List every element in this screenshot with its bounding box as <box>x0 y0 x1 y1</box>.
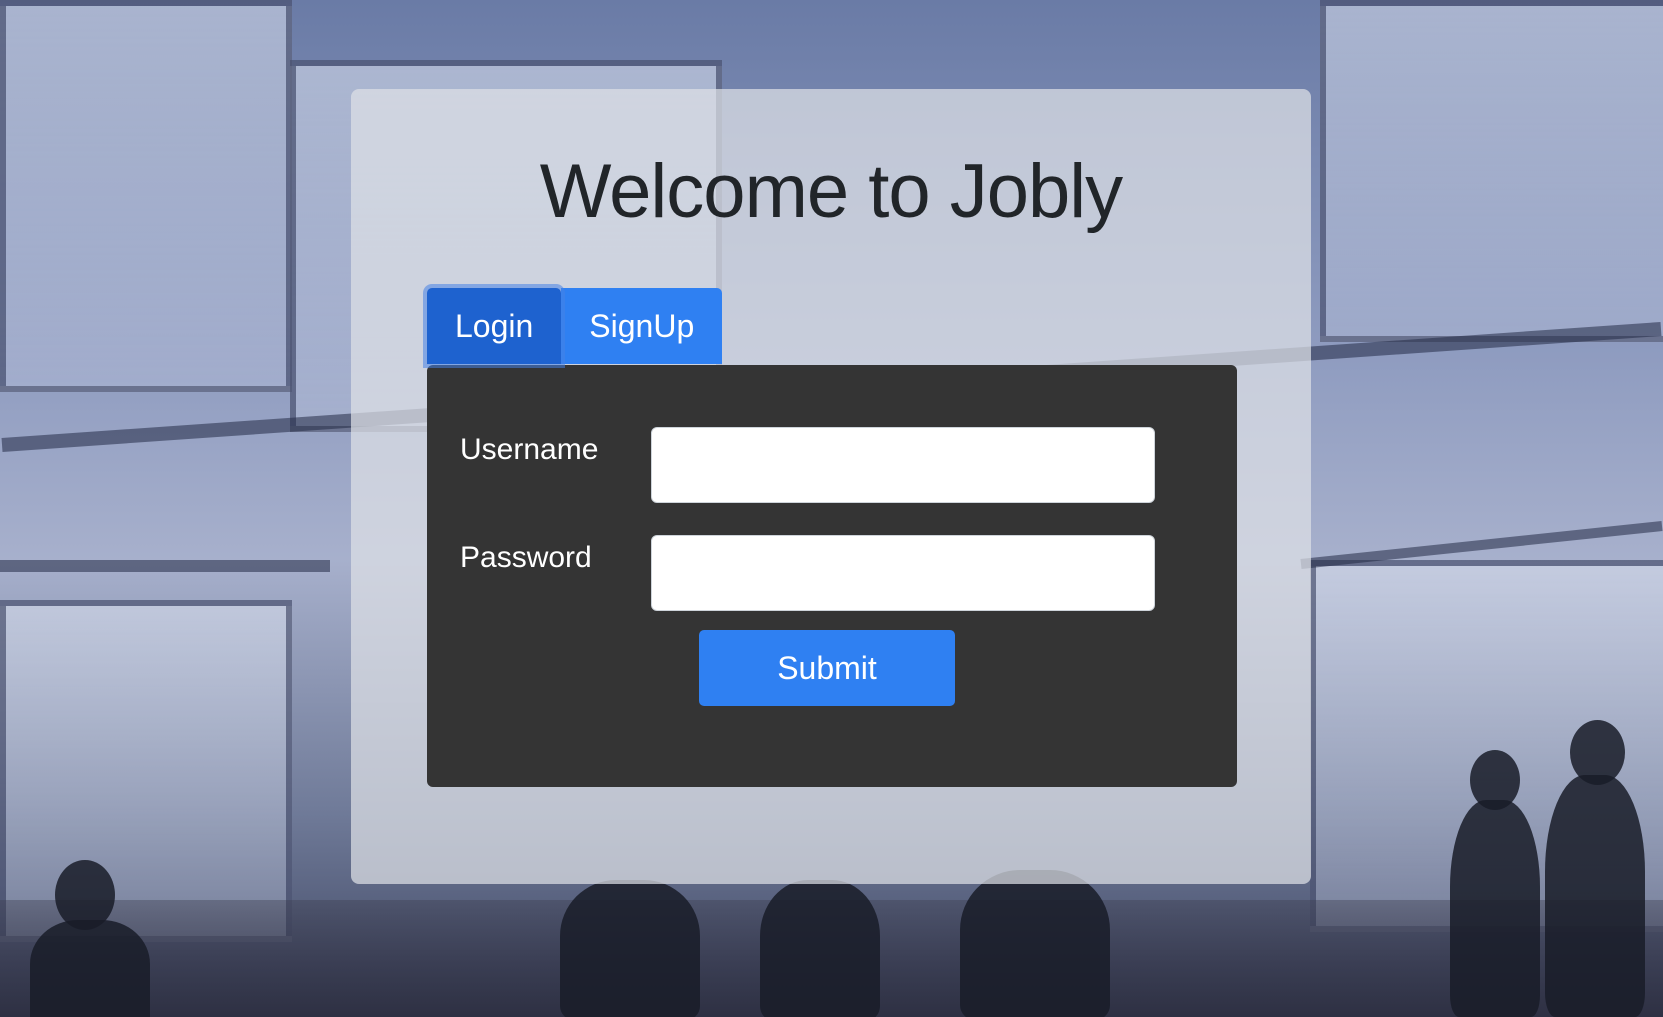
login-form: Username Password Submit <box>427 365 1237 787</box>
tab-signup[interactable]: SignUp <box>561 288 723 364</box>
submit-button[interactable]: Submit <box>699 630 955 706</box>
background-person <box>760 880 880 1017</box>
username-label: Username <box>460 433 599 466</box>
background-beam <box>0 560 330 572</box>
background-person <box>1545 775 1645 1017</box>
password-input[interactable] <box>651 535 1155 611</box>
background-window <box>0 600 292 942</box>
background-window <box>1320 0 1663 342</box>
background-person <box>30 920 150 1017</box>
background-person <box>960 870 1110 1017</box>
username-input[interactable] <box>651 427 1155 503</box>
background-person <box>1450 800 1540 1017</box>
background-person <box>560 880 700 1017</box>
auth-tabs: Login SignUp <box>427 288 723 364</box>
password-label: Password <box>460 541 592 574</box>
page-title: Welcome to Jobly <box>539 149 1123 234</box>
tab-login[interactable]: Login <box>427 288 562 364</box>
background-window <box>0 0 292 392</box>
